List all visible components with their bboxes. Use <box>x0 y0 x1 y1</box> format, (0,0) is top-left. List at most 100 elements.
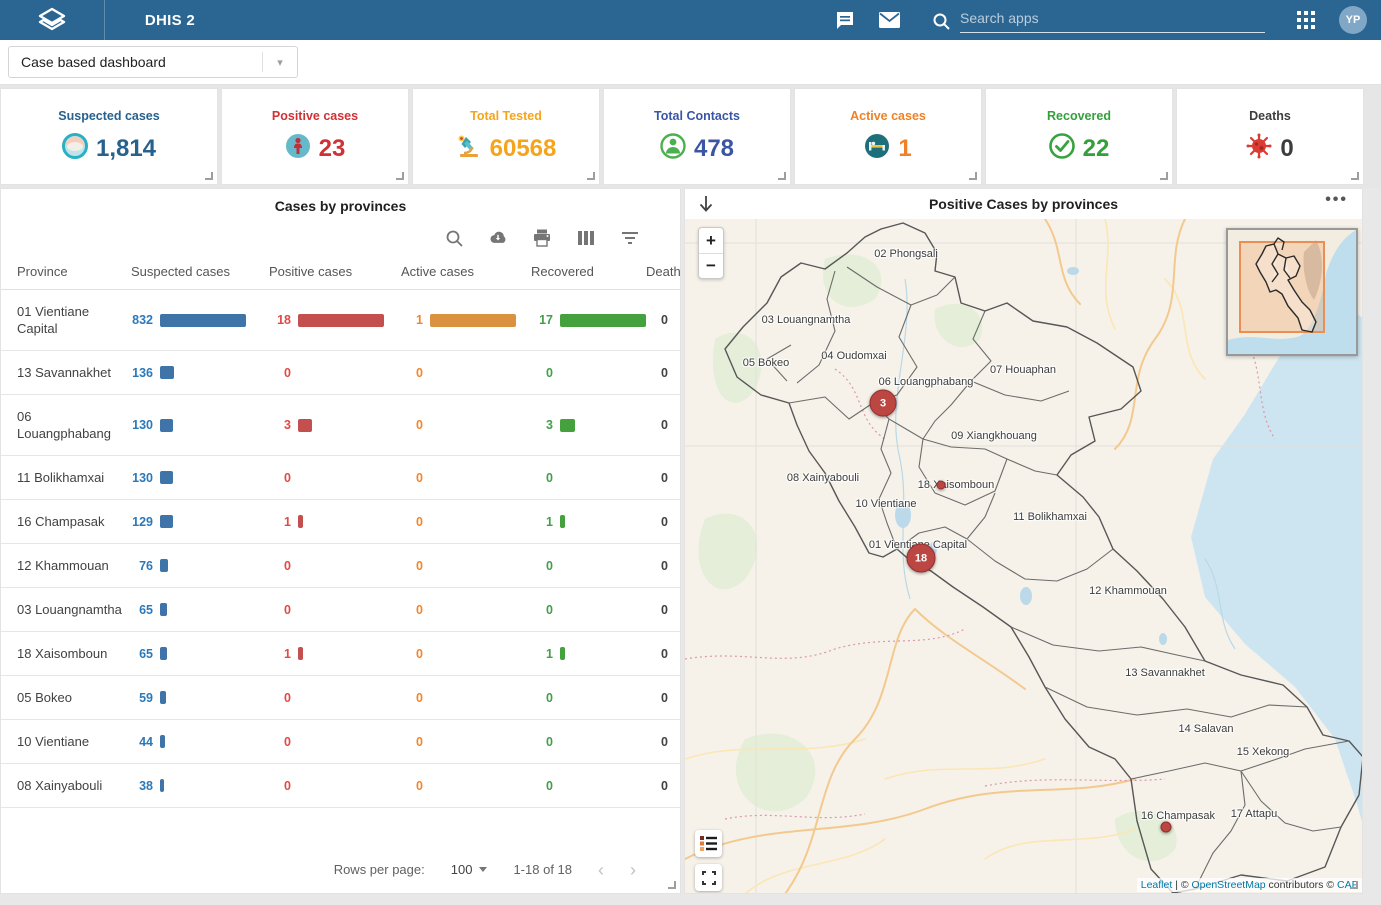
deaths-cell: 0 <box>646 634 681 674</box>
province-label: 15 Xekong <box>1237 746 1290 758</box>
attribution-link[interactable]: OpenStreetMap <box>1192 879 1266 891</box>
mail-icon[interactable] <box>878 9 900 31</box>
stat-card[interactable]: Deaths 0 <box>1176 88 1364 185</box>
data-bar <box>160 603 167 616</box>
province-cell: 05 Bokeo <box>1 676 131 719</box>
suspected-cell: 832 <box>131 300 269 340</box>
data-bar <box>160 471 173 484</box>
suspected-cell: 65 <box>131 590 269 630</box>
suspected-cell: 76 <box>131 546 269 586</box>
table-row[interactable]: 03 Louangnamtha 650000 <box>1 588 680 632</box>
overview-minimap[interactable] <box>1226 228 1358 356</box>
stat-card[interactable]: Positive cases 23 <box>221 88 409 185</box>
case-cluster-marker[interactable]: 18 <box>907 544 936 573</box>
stat-card-label: Suspected cases <box>58 109 159 123</box>
positive-cell: 18 <box>269 300 401 340</box>
table-row[interactable]: 13 Savannakhet 1360000 <box>1 351 680 395</box>
positive-cell: 0 <box>269 458 401 498</box>
prev-page-button[interactable]: ‹ <box>598 864 604 876</box>
case-cluster-marker[interactable]: 3 <box>870 390 897 417</box>
leaflet-map[interactable]: 02 Phongsali03 Louangnamtha04 Oudomxai05… <box>685 219 1363 894</box>
positive-cell: 3 <box>269 405 401 445</box>
zoom-out-button[interactable]: − <box>699 253 723 278</box>
column-header[interactable]: Recovered <box>531 264 646 279</box>
province-cell: 08 Xainyabouli <box>1 764 131 807</box>
table-row[interactable]: 11 Bolikhamxai 1300000 <box>1 456 680 500</box>
user-avatar[interactable]: YP <box>1339 6 1367 34</box>
positive-cell: 0 <box>269 590 401 630</box>
province-cell: 10 Vientiane <box>1 720 131 763</box>
data-bar <box>160 366 174 379</box>
stat-card-value: 22 <box>1083 135 1110 163</box>
table-row[interactable]: 08 Xainyabouli 380000 <box>1 764 680 808</box>
virus-icon <box>1246 133 1272 164</box>
positive-cell: 1 <box>269 502 401 542</box>
recovered-cell: 1 <box>531 634 646 674</box>
active-cell: 0 <box>401 502 531 542</box>
province-cell: 18 Xaisomboun <box>1 632 131 675</box>
stat-card[interactable]: Suspected cases 1,814 <box>0 88 218 185</box>
zoom-in-button[interactable]: + <box>699 228 723 253</box>
column-header[interactable]: Positive cases <box>269 264 401 279</box>
table-row[interactable]: 05 Bokeo 590000 <box>1 676 680 720</box>
next-page-button[interactable]: › <box>630 864 636 876</box>
stat-card[interactable]: Recovered 22 <box>985 88 1173 185</box>
apps-grid-icon[interactable] <box>1295 9 1317 31</box>
dashboard-selector[interactable]: Case based dashboard ▾ <box>8 46 298 78</box>
attribution-link[interactable]: CAF <box>1337 879 1358 891</box>
columns-icon[interactable] <box>576 228 596 248</box>
search-icon[interactable] <box>444 228 464 248</box>
mask-face-icon <box>62 133 88 164</box>
stat-card-value: 1,814 <box>96 135 156 163</box>
layers-icon <box>37 7 67 33</box>
table-row[interactable]: 18 Xaisomboun 651010 <box>1 632 680 676</box>
search-apps-input[interactable]: Search apps <box>960 8 1265 33</box>
data-bar <box>560 515 565 528</box>
table-pagination: Rows per page: 100 1-18 of 18 ‹ › <box>1 848 680 893</box>
filter-icon[interactable] <box>620 228 640 248</box>
province-label: 13 Savannakhet <box>1125 667 1205 679</box>
dashboard-selector-value: Case based dashboard <box>9 54 262 70</box>
table-row[interactable]: 12 Khammouan 760000 <box>1 544 680 588</box>
more-options-icon[interactable]: ••• <box>1325 191 1348 209</box>
province-label: 12 Khammouan <box>1089 585 1167 597</box>
rows-per-page-select[interactable]: 100 <box>451 862 488 877</box>
fullscreen-button[interactable] <box>695 864 722 891</box>
column-header[interactable]: Active cases <box>401 264 531 279</box>
column-header[interactable]: Deaths <box>646 264 681 279</box>
deaths-cell: 0 <box>646 405 681 445</box>
table-row[interactable]: 16 Champasak 1291010 <box>1 500 680 544</box>
messages-icon[interactable] <box>834 9 856 31</box>
stat-card[interactable]: Total Tested 60568 <box>412 88 600 185</box>
deaths-cell: 0 <box>646 546 681 586</box>
print-icon[interactable] <box>532 228 552 248</box>
case-dot-marker[interactable] <box>1161 822 1172 833</box>
table-row[interactable]: 01 Vientiane Capital 832181170 <box>1 290 680 351</box>
table-row[interactable]: 10 Vientiane 440000 <box>1 720 680 764</box>
legend-button[interactable] <box>695 830 722 857</box>
data-bar <box>160 515 173 528</box>
search-icon[interactable] <box>930 11 952 33</box>
download-icon[interactable] <box>488 228 508 248</box>
stat-card[interactable]: Total Contacts 478 <box>603 88 791 185</box>
column-header[interactable]: Province <box>1 264 131 279</box>
download-arrow-icon[interactable] <box>697 194 715 219</box>
deaths-cell: 0 <box>646 502 681 542</box>
province-label: 02 Phongsali <box>874 248 938 260</box>
attribution-link[interactable]: Leaflet <box>1141 879 1173 891</box>
province-label: 04 Oudomxai <box>821 350 886 362</box>
column-header[interactable]: Suspected cases <box>131 264 269 279</box>
province-label: 09 Xiangkhouang <box>951 430 1037 442</box>
stat-card[interactable]: Active cases 1 <box>794 88 982 185</box>
province-label: 10 Vientiane <box>856 498 917 510</box>
case-dot-marker[interactable] <box>937 481 946 490</box>
dhis2-logo[interactable] <box>0 0 105 40</box>
pagination-range: 1-18 of 18 <box>513 862 572 877</box>
deaths-cell: 0 <box>646 678 681 718</box>
recovered-cell: 0 <box>531 678 646 718</box>
active-cell: 0 <box>401 634 531 674</box>
table-row[interactable]: 06 Louangphabang 1303030 <box>1 395 680 456</box>
recovered-cell: 0 <box>531 458 646 498</box>
recovered-cell: 0 <box>531 546 646 586</box>
cases-table-panel: Cases by provinces ProvinceSuspected cas… <box>0 188 681 894</box>
